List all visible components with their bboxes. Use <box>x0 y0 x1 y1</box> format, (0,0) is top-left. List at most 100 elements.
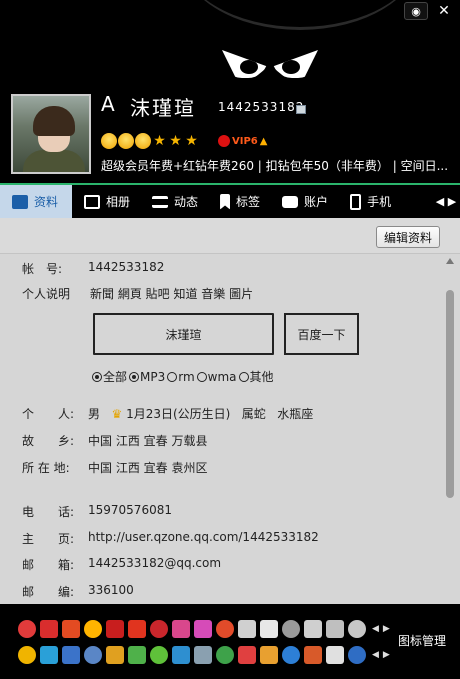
description-label: 个人说明 <box>22 287 71 301</box>
background-left-eye-decoration <box>222 50 268 78</box>
service-icon[interactable] <box>282 620 300 638</box>
service-icon[interactable] <box>18 646 36 664</box>
scroll-up-icon[interactable] <box>446 258 454 264</box>
radio-dot <box>129 371 140 382</box>
bookmark-icon <box>220 193 231 210</box>
homepage-label: 主 页: <box>22 532 75 546</box>
chevron-left-icon[interactable]: ◀ <box>372 624 379 634</box>
radio-dot <box>92 371 102 382</box>
tab-scroll-arrows[interactable]: ◀ ▶ <box>432 185 460 218</box>
phone-icon <box>350 193 362 210</box>
star-sign: 水瓶座 <box>277 407 314 421</box>
radio-other[interactable]: 其他 <box>238 368 274 385</box>
tab-tags[interactable]: 标签 <box>208 185 270 218</box>
service-icon[interactable] <box>106 620 124 638</box>
service-icon[interactable] <box>194 620 212 638</box>
service-icon[interactable] <box>84 620 102 638</box>
radio-mp3[interactable]: MP3 <box>129 368 165 385</box>
description-links[interactable]: 新聞 網頁 貼吧 知道 音樂 圖片 <box>90 285 253 302</box>
birthday: 1月23日(公历生日) <box>126 407 231 421</box>
skin-icon[interactable]: ◉ <box>404 2 428 20</box>
profile-card-icon <box>12 194 28 209</box>
homepage-link[interactable]: http://user.qzone.qq.com/1442533182 <box>88 530 319 544</box>
sun-level-icon <box>118 133 134 149</box>
service-icon[interactable] <box>194 646 212 664</box>
radio-wma[interactable]: wma <box>196 368 237 385</box>
service-icon[interactable] <box>150 646 168 664</box>
details-toolbar: 编辑资料 <box>0 218 460 254</box>
service-icons-row-2 <box>18 646 366 664</box>
service-icon[interactable] <box>282 646 300 664</box>
personal-value: 男 ♛ 1月23日(公历生日) 属蛇 水瓶座 <box>88 405 313 422</box>
edit-profile-button[interactable]: 编辑资料 <box>376 226 440 248</box>
service-icon[interactable] <box>84 646 102 664</box>
service-icons-row-1 <box>18 620 366 638</box>
chevron-right-icon[interactable]: ▶ <box>448 195 456 208</box>
service-icon[interactable] <box>348 620 366 638</box>
background-right-eye-decoration <box>272 50 318 78</box>
email-value[interactable]: 1442533182@qq.com <box>88 556 221 570</box>
icon-management-link[interactable]: 图标管理 <box>398 632 446 649</box>
row1-scroll-arrows[interactable]: ◀ ▶ <box>372 624 390 634</box>
zodiac: 属蛇 <box>241 407 266 421</box>
vip-badge[interactable]: VIP6 ▲ <box>218 135 267 147</box>
radio-all[interactable]: 全部 <box>92 368 127 385</box>
nickname-prefix: A <box>101 92 115 116</box>
chevron-left-icon[interactable]: ◀ <box>436 195 444 208</box>
service-icon[interactable] <box>326 620 344 638</box>
service-icon[interactable] <box>260 620 278 638</box>
service-icon[interactable] <box>150 620 168 638</box>
service-icon[interactable] <box>304 620 322 638</box>
window-controls: ◉ ✕ <box>404 2 456 20</box>
service-icon[interactable] <box>216 646 234 664</box>
tab-account[interactable]: 账户 <box>270 185 338 218</box>
row2-scroll-arrows[interactable]: ◀ ▶ <box>372 650 390 660</box>
search-input[interactable]: 沫瑾瑄 <box>93 313 274 355</box>
chevron-left-icon[interactable]: ◀ <box>372 650 379 660</box>
phone-value: 15970576081 <box>88 503 172 517</box>
service-icon[interactable] <box>260 646 278 664</box>
vip-level-label: VIP6 <box>232 135 258 147</box>
service-icon[interactable] <box>40 646 58 664</box>
service-icon[interactable] <box>40 620 58 638</box>
nickname: 沫瑾瑄 <box>130 96 196 120</box>
scrollbar-thumb[interactable] <box>446 290 454 498</box>
tab-phone[interactable]: 手机 <box>338 185 401 218</box>
chevron-right-icon[interactable]: ▶ <box>383 650 390 660</box>
tab-profile[interactable]: 资料 <box>0 185 72 218</box>
service-icon[interactable] <box>172 620 190 638</box>
service-icon[interactable] <box>348 646 366 664</box>
baidu-search-button[interactable]: 百度一下 <box>284 313 359 355</box>
close-button[interactable]: ✕ <box>432 2 456 20</box>
service-icon[interactable] <box>238 620 256 638</box>
id-card-icon[interactable] <box>296 105 306 114</box>
chevron-right-icon[interactable]: ▶ <box>383 624 390 634</box>
avatar[interactable] <box>11 94 91 174</box>
service-icon[interactable] <box>216 620 234 638</box>
service-icon[interactable] <box>172 646 190 664</box>
search-button-label: 百度一下 <box>297 327 346 342</box>
profile-header: ◉ ✕ A 沫瑾瑄 1442533182 ★ ★ ★ VIP6 ▲ 超级会员年费… <box>0 0 460 183</box>
service-icon[interactable] <box>304 646 322 664</box>
service-icon[interactable] <box>128 646 146 664</box>
service-icon[interactable] <box>106 646 124 664</box>
service-icon[interactable] <box>238 646 256 664</box>
service-icon[interactable] <box>18 620 36 638</box>
service-icon[interactable] <box>326 646 344 664</box>
service-icon[interactable] <box>128 620 146 638</box>
location-value: 中国 江西 宜春 袁州区 <box>88 461 208 475</box>
details-scrollbar[interactable] <box>446 258 454 604</box>
service-list[interactable]: 超级会员年费+红钻年费260 | 扣钻包年50（非年费） | 空间日... <box>101 157 451 174</box>
level-badges[interactable]: ★ ★ ★ VIP6 ▲ <box>101 133 267 149</box>
service-icon[interactable] <box>62 620 80 638</box>
tab-album[interactable]: 相册 <box>72 185 140 218</box>
hometown-value: 中国 江西 宜春 万载县 <box>88 434 208 448</box>
tab-label: 资料 <box>34 195 59 209</box>
tab-feed[interactable]: 动态 <box>140 185 208 218</box>
background-face-decoration <box>180 0 420 30</box>
qq-number: 1442533182 <box>218 100 305 114</box>
radio-rm[interactable]: rm <box>167 368 195 385</box>
search-input-value: 沫瑾瑄 <box>165 327 202 342</box>
service-icon[interactable] <box>62 646 80 664</box>
tab-label: 动态 <box>174 195 199 209</box>
